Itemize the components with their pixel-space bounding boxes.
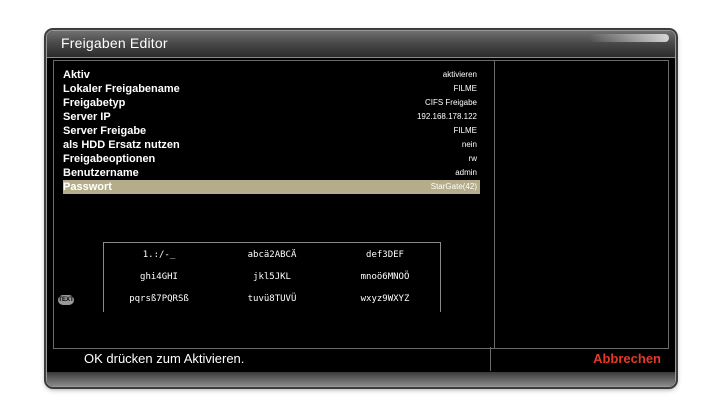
footer-bar: OK drücken zum Aktivieren. Abbrechen: [47, 347, 675, 371]
setting-value: StarGate(42): [430, 182, 477, 191]
keypad-key-9[interactable]: wxyz9WXYZ: [329, 288, 441, 310]
setting-label: Aktiv: [63, 69, 90, 81]
ok-hint-text: OK drücken zum Aktivieren.: [84, 351, 245, 366]
setting-value: aktivieren: [442, 70, 477, 79]
setting-label: Benutzername: [63, 167, 139, 179]
keypad-key-2[interactable]: abcä2ABCÄ: [216, 244, 328, 266]
text-input-keypad: 1.:/-_ abcä2ABCÄ def3DEF ghi4GHI jkl5JKL…: [103, 242, 441, 312]
setting-value: CIFS Freigabe: [424, 98, 477, 107]
setting-label: Lokaler Freigabename: [63, 83, 180, 95]
setting-label: Freigabeoptionen: [63, 153, 156, 165]
keypad-key-4[interactable]: ghi4GHI: [103, 266, 215, 288]
title-bar: Freigaben Editor: [47, 31, 675, 58]
setting-label: Server IP: [63, 111, 111, 123]
setting-row-freigabeoptionen[interactable]: Freigabeoptionen rw: [63, 152, 480, 166]
keypad-key-5[interactable]: jkl5JKL: [216, 266, 328, 288]
setting-label: Server Freigabe: [63, 125, 147, 137]
setting-label: Freigabetyp: [63, 97, 126, 109]
setting-row-server-freigabe[interactable]: Server Freigabe FILME: [63, 124, 480, 138]
setting-value: nein: [461, 140, 477, 149]
setting-row-freigabetyp[interactable]: Freigabetyp CIFS Freigabe: [63, 96, 480, 110]
side-panel-divider: [494, 61, 495, 348]
setting-row-hdd-ersatz[interactable]: als HDD Ersatz nutzen nein: [63, 138, 480, 152]
text-button-icon[interactable]: TEXT: [58, 295, 74, 305]
keypad-key-6[interactable]: mnoö6MNOÖ: [329, 266, 441, 288]
keypad-key-7[interactable]: pqrsß7PQRSß: [103, 288, 215, 310]
freigaben-editor-window: Freigaben Editor Aktiv aktivieren Lokale…: [46, 30, 676, 387]
title-bar-highlight: [589, 34, 669, 42]
setting-value: rw: [468, 154, 477, 163]
keypad-key-1[interactable]: 1.:/-_: [103, 244, 215, 266]
setting-value: admin: [455, 168, 477, 177]
setting-row-passwort[interactable]: Passwort StarGate(42): [63, 180, 480, 194]
keypad-key-3[interactable]: def3DEF: [329, 244, 441, 266]
setting-value: FILME: [453, 84, 477, 93]
setting-label: als HDD Ersatz nutzen: [63, 139, 180, 151]
setting-row-aktiv[interactable]: Aktiv aktivieren: [63, 68, 480, 82]
setting-row-benutzername[interactable]: Benutzername admin: [63, 166, 480, 180]
keypad-key-8[interactable]: tuvü8TUVÜ: [216, 288, 328, 310]
setting-row-lokaler-freigabename[interactable]: Lokaler Freigabename FILME: [63, 82, 480, 96]
setting-value: FILME: [453, 126, 477, 135]
cancel-button[interactable]: Abbrechen: [593, 351, 661, 366]
keypad-top-border: [103, 242, 441, 243]
setting-label: Passwort: [63, 181, 112, 193]
setting-value: 192.168.178.122: [416, 112, 477, 121]
setting-row-server-ip[interactable]: Server IP 192.168.178.122: [63, 110, 480, 124]
window-bottom-bar: [47, 372, 675, 386]
footer-divider: [490, 347, 491, 371]
window-title: Freigaben Editor: [61, 35, 168, 51]
settings-list: Aktiv aktivieren Lokaler Freigabename FI…: [63, 68, 480, 194]
